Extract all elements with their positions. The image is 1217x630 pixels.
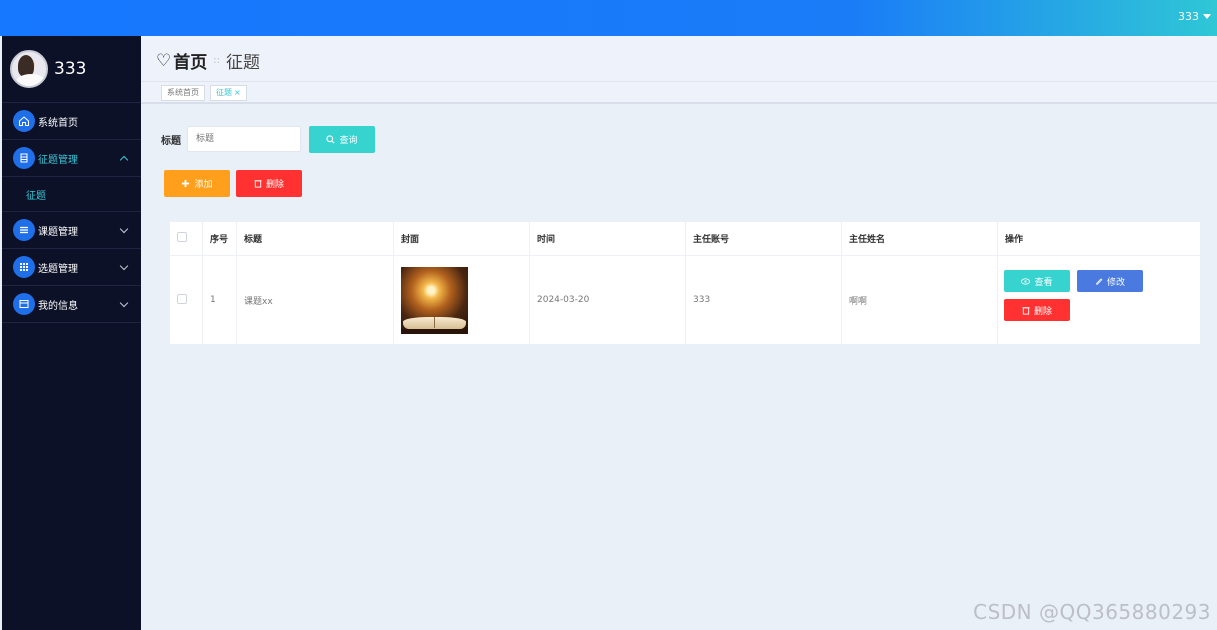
sidebar-item-topic-collection[interactable]: 征题管理 <box>2 140 141 177</box>
row-checkbox[interactable] <box>177 293 187 304</box>
column-header: 时间 <box>529 221 686 256</box>
home-icon <box>13 110 35 132</box>
column-header: 标题 <box>236 221 394 256</box>
card-icon <box>13 293 35 315</box>
chevron-up-icon <box>119 155 129 165</box>
search-input[interactable] <box>187 126 301 152</box>
batch-delete-button[interactable]: 删除 <box>236 170 302 197</box>
user-name: 333 <box>1178 10 1199 23</box>
breadcrumb: ♡ 首页 :: 征题 <box>156 48 260 74</box>
column-header: 操作 <box>997 221 1201 256</box>
tags-bar: 系统首页 征题 × <box>141 82 1217 104</box>
watermark: CSDN @QQ365880293 <box>973 600 1211 624</box>
sidebar-item-label: 选题管理 <box>38 263 78 275</box>
chevron-down-icon <box>119 224 129 234</box>
select-all-checkbox[interactable] <box>177 232 187 242</box>
sidebar-item-selection-management[interactable]: 选题管理 <box>2 249 141 286</box>
view-button-label: 查看 <box>1034 277 1053 288</box>
chevron-down-icon <box>119 261 129 271</box>
breadcrumb-home[interactable]: 首页 <box>173 48 207 73</box>
top-bar: 333 <box>0 0 1217 36</box>
add-button[interactable]: 添加 <box>164 170 230 197</box>
close-icon[interactable]: × <box>234 88 241 97</box>
trash-icon <box>1022 306 1030 315</box>
tag-label: 征题 <box>216 88 232 97</box>
tag-home[interactable]: 系统首页 <box>161 85 205 101</box>
user-menu[interactable]: 333 <box>1178 10 1211 23</box>
row-time: 2024-03-20 <box>529 255 686 345</box>
add-button-label: 添加 <box>194 180 213 190</box>
row-delete-button[interactable]: 删除 <box>1004 299 1070 321</box>
page-header: ♡ 首页 :: 征题 <box>141 36 1217 82</box>
trash-icon <box>254 180 262 188</box>
row-name: 啊啊 <box>841 255 998 345</box>
row-select-cell <box>169 255 203 345</box>
row-title: 课题xx <box>236 255 394 345</box>
heart-icon: ♡ <box>156 50 172 71</box>
sidebar-item-label: 系统首页 <box>38 117 78 129</box>
row-index: 1 <box>202 255 237 345</box>
tag-topic[interactable]: 征题 × <box>210 85 247 101</box>
edit-icon <box>1096 278 1103 285</box>
column-header: 序号 <box>202 221 237 256</box>
query-button[interactable]: 查询 <box>309 126 375 153</box>
cover-image[interactable] <box>401 266 468 334</box>
sidebar-item-label: 我的信息 <box>38 300 78 312</box>
breadcrumb-current: 征题 <box>226 53 260 73</box>
list-icon <box>13 219 35 241</box>
book-icon <box>13 147 35 169</box>
view-button[interactable]: 查看 <box>1004 270 1070 292</box>
sidebar-item-label: 课题管理 <box>38 226 78 238</box>
sidebar-profile: 333 <box>2 36 141 103</box>
grid-icon <box>13 256 35 278</box>
search-label: 标题 <box>161 136 181 147</box>
breadcrumb-separator: :: <box>213 55 220 66</box>
sidebar-subitem-topic[interactable]: 征题 <box>2 177 141 212</box>
caret-down-icon <box>1203 14 1211 19</box>
column-header: 主任账号 <box>685 221 842 256</box>
delete-button-label: 删除 <box>265 180 284 190</box>
sidebar: 333 系统首页 征题管理 征题 课题管理 选题管理 我的信息 <box>2 36 141 630</box>
sidebar-username: 333 <box>54 59 87 79</box>
row-delete-button-label: 删除 <box>1033 306 1052 317</box>
row-account: 333 <box>685 255 842 345</box>
avatar <box>10 50 48 88</box>
edit-button-label: 修改 <box>1106 277 1125 288</box>
query-button-label: 查询 <box>339 136 358 146</box>
select-all-cell <box>169 221 203 256</box>
plus-icon <box>182 179 190 188</box>
sidebar-item-project-management[interactable]: 课题管理 <box>2 212 141 249</box>
chevron-down-icon <box>119 298 129 308</box>
sidebar-item-home[interactable]: 系统首页 <box>2 103 141 140</box>
edit-button[interactable]: 修改 <box>1077 270 1143 292</box>
sidebar-item-my-info[interactable]: 我的信息 <box>2 286 141 323</box>
table-header-row: 序号 标题 封面 时间 主任账号 主任姓名 操作 <box>169 221 1201 256</box>
row-cover-cell <box>393 255 530 345</box>
sidebar-subitem-label: 征题 <box>26 190 46 202</box>
eye-icon <box>1021 277 1031 285</box>
column-header: 主任姓名 <box>841 221 998 256</box>
search-icon <box>326 135 335 144</box>
sidebar-item-label: 征题管理 <box>38 154 78 166</box>
column-header: 封面 <box>393 221 530 256</box>
tag-label: 系统首页 <box>167 88 199 97</box>
